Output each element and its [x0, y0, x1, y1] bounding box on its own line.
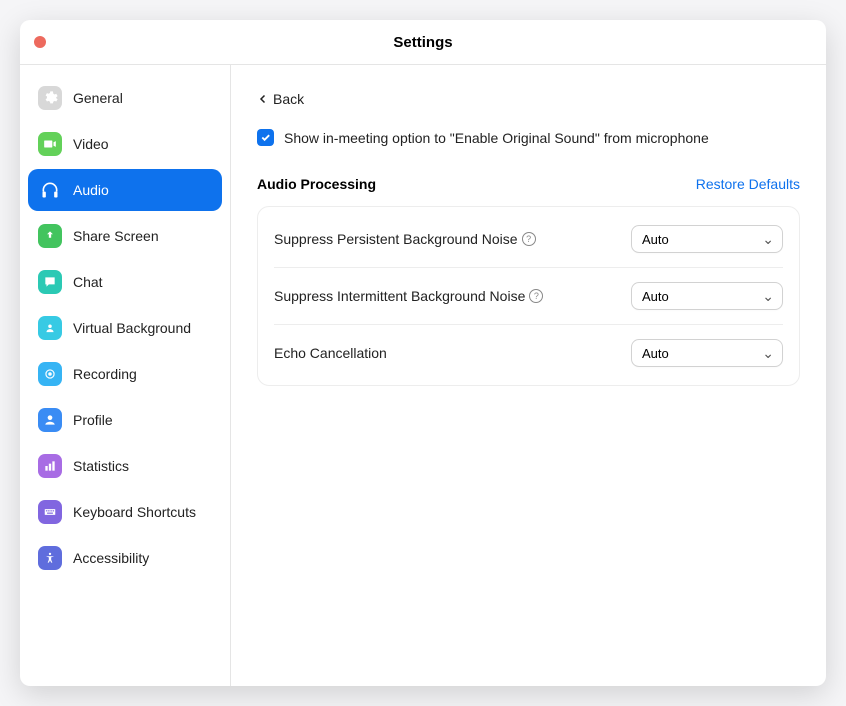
statistics-icon	[38, 454, 62, 478]
row-label: Suppress Persistent Background Noise ?	[274, 231, 536, 247]
sidebar-item-label: Recording	[73, 366, 137, 382]
sidebar-item-label: Chat	[73, 274, 103, 290]
titlebar: Settings	[20, 20, 826, 65]
audio-processing-header: Audio Processing Restore Defaults	[257, 176, 800, 192]
sidebar-item-label: Statistics	[73, 458, 129, 474]
sidebar-item-audio[interactable]: Audio	[28, 169, 222, 211]
sidebar-item-general[interactable]: General	[28, 77, 222, 119]
sidebar-item-label: Video	[73, 136, 109, 152]
chat-icon	[38, 270, 62, 294]
share-screen-icon	[38, 224, 62, 248]
gear-icon	[38, 86, 62, 110]
sidebar-item-chat[interactable]: Chat	[28, 261, 222, 303]
settings-window: Settings General Video Audio	[20, 20, 826, 686]
row-label: Suppress Intermittent Background Noise ?	[274, 288, 543, 304]
select-value: Auto	[642, 289, 669, 304]
help-icon[interactable]: ?	[522, 232, 536, 246]
select-value: Auto	[642, 232, 669, 247]
suppress-intermittent-select[interactable]: Auto ⌄	[631, 282, 783, 310]
main-content: Back Show in-meeting option to "Enable O…	[231, 65, 826, 686]
sidebar-item-profile[interactable]: Profile	[28, 399, 222, 441]
virtual-background-icon	[38, 316, 62, 340]
check-icon	[260, 132, 271, 143]
sidebar-item-statistics[interactable]: Statistics	[28, 445, 222, 487]
keyboard-icon	[38, 500, 62, 524]
window-title: Settings	[20, 34, 826, 51]
row-label: Echo Cancellation	[274, 345, 387, 361]
suppress-intermittent-row: Suppress Intermittent Background Noise ?…	[274, 268, 783, 325]
original-sound-checkbox[interactable]	[257, 129, 274, 146]
sidebar: General Video Audio Share Screen	[20, 65, 231, 686]
chevron-down-icon: ⌄	[762, 232, 774, 246]
help-icon[interactable]: ?	[529, 289, 543, 303]
sidebar-item-label: General	[73, 90, 123, 106]
sidebar-item-share-screen[interactable]: Share Screen	[28, 215, 222, 257]
sidebar-item-video[interactable]: Video	[28, 123, 222, 165]
close-window-button[interactable]	[34, 36, 46, 48]
section-title: Audio Processing	[257, 176, 376, 192]
sidebar-item-label: Accessibility	[73, 550, 149, 566]
echo-cancellation-row: Echo Cancellation Auto ⌄	[274, 325, 783, 381]
video-icon	[38, 132, 62, 156]
sidebar-item-keyboard-shortcuts[interactable]: Keyboard Shortcuts	[28, 491, 222, 533]
body: General Video Audio Share Screen	[20, 65, 826, 686]
recording-icon	[38, 362, 62, 386]
sidebar-item-recording[interactable]: Recording	[28, 353, 222, 395]
back-label: Back	[273, 91, 304, 107]
back-button[interactable]: Back	[257, 91, 304, 107]
profile-icon	[38, 408, 62, 432]
sidebar-item-label: Audio	[73, 182, 109, 198]
original-sound-checkbox-row: Show in-meeting option to "Enable Origin…	[257, 129, 800, 146]
echo-cancellation-select[interactable]: Auto ⌄	[631, 339, 783, 367]
suppress-persistent-row: Suppress Persistent Background Noise ? A…	[274, 211, 783, 268]
sidebar-item-virtual-background[interactable]: Virtual Background	[28, 307, 222, 349]
sidebar-item-accessibility[interactable]: Accessibility	[28, 537, 222, 579]
sidebar-item-label: Profile	[73, 412, 113, 428]
suppress-persistent-select[interactable]: Auto ⌄	[631, 225, 783, 253]
select-value: Auto	[642, 346, 669, 361]
chevron-down-icon: ⌄	[762, 289, 774, 303]
sidebar-item-label: Share Screen	[73, 228, 159, 244]
audio-processing-card: Suppress Persistent Background Noise ? A…	[257, 206, 800, 386]
headphones-icon	[38, 178, 62, 202]
sidebar-item-label: Virtual Background	[73, 320, 191, 336]
original-sound-label: Show in-meeting option to "Enable Origin…	[284, 130, 709, 146]
chevron-left-icon	[257, 93, 269, 105]
restore-defaults-link[interactable]: Restore Defaults	[696, 176, 800, 192]
chevron-down-icon: ⌄	[762, 346, 774, 360]
sidebar-item-label: Keyboard Shortcuts	[73, 504, 196, 520]
accessibility-icon	[38, 546, 62, 570]
